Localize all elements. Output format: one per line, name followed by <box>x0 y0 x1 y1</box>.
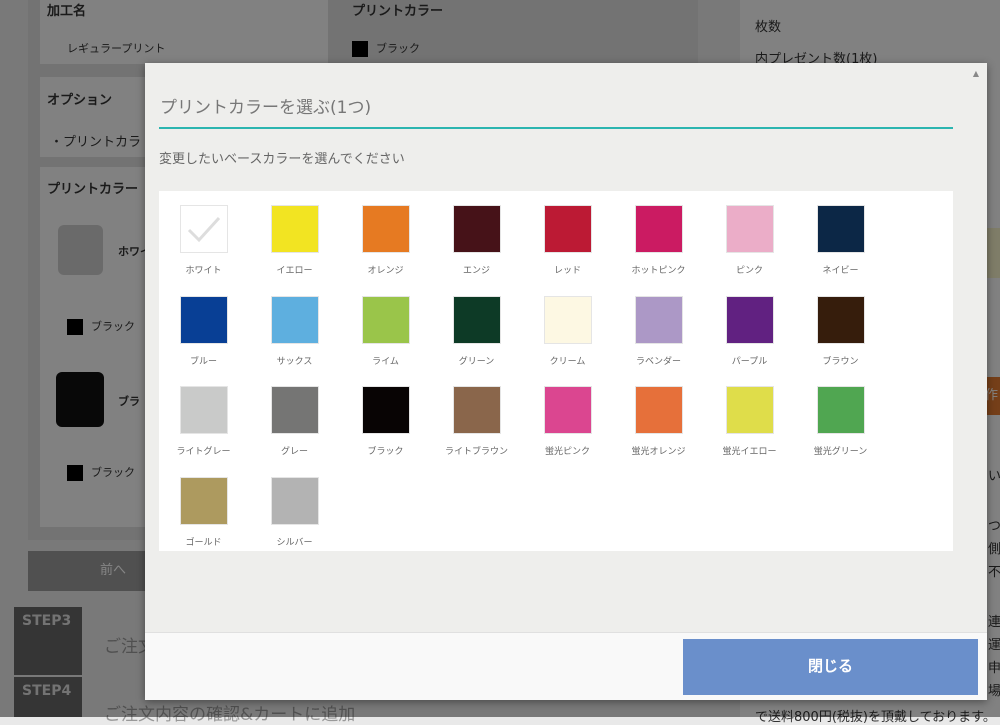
modal-title: プリントカラーを選ぶ(1つ) <box>160 93 371 118</box>
swatch-color-box[interactable] <box>362 205 410 253</box>
swatch-label: イエロー <box>249 263 340 276</box>
swatch-label: ゴールド <box>158 535 249 548</box>
color-swatch[interactable]: サックス <box>249 296 340 367</box>
check-icon <box>181 206 227 252</box>
swatch-label: ブラウン <box>795 354 886 367</box>
swatch-label: ブルー <box>158 354 249 367</box>
swatch-label: エンジ <box>431 263 522 276</box>
swatch-label: ネイビー <box>795 263 886 276</box>
swatch-color-box[interactable] <box>180 205 228 253</box>
color-swatch[interactable]: レッド <box>522 205 613 276</box>
modal-footer: 閉じる <box>145 632 987 700</box>
swatch-color-box[interactable] <box>544 386 592 434</box>
swatch-label: サックス <box>249 354 340 367</box>
swatch-color-box[interactable] <box>271 386 319 434</box>
swatch-label: グリーン <box>431 354 522 367</box>
color-swatch[interactable]: イエロー <box>249 205 340 276</box>
modal-subtitle: 変更したいベースカラーを選んでください <box>159 148 405 167</box>
color-swatch[interactable]: ホワイト <box>158 205 249 276</box>
close-button[interactable]: 閉じる <box>683 639 978 695</box>
color-swatch[interactable]: ネイビー <box>795 205 886 276</box>
swatch-label: パープル <box>704 354 795 367</box>
swatch-label: グレー <box>249 444 340 457</box>
swatch-label: ホットピンク <box>613 263 704 276</box>
color-swatch[interactable]: ライトグレー <box>158 386 249 457</box>
swatch-label: ライトグレー <box>158 444 249 457</box>
swatch-color-box[interactable] <box>635 205 683 253</box>
swatch-label: 蛍光グリーン <box>795 444 886 457</box>
swatch-color-box[interactable] <box>453 296 501 344</box>
swatch-color-box[interactable] <box>180 477 228 525</box>
swatch-label: オレンジ <box>340 263 431 276</box>
swatch-color-box[interactable] <box>817 205 865 253</box>
swatch-label: ピンク <box>704 263 795 276</box>
color-swatch[interactable]: グリーン <box>431 296 522 367</box>
swatch-label: ライム <box>340 354 431 367</box>
color-swatch-grid: ホワイトイエローオレンジエンジレッドホットピンクピンクネイビーブルーサックスライ… <box>159 191 953 551</box>
swatch-color-box[interactable] <box>726 296 774 344</box>
swatch-color-box[interactable] <box>544 296 592 344</box>
swatch-label: レッド <box>522 263 613 276</box>
color-swatch[interactable]: ブラック <box>340 386 431 457</box>
color-swatch[interactable]: 蛍光グリーン <box>795 386 886 457</box>
swatch-label: シルバー <box>249 535 340 548</box>
swatch-color-box[interactable] <box>817 296 865 344</box>
swatch-color-box[interactable] <box>362 296 410 344</box>
color-swatch[interactable]: シルバー <box>249 477 340 548</box>
swatch-color-box[interactable] <box>362 386 410 434</box>
swatch-color-box[interactable] <box>271 296 319 344</box>
swatch-color-box[interactable] <box>180 386 228 434</box>
swatch-label: ライトブラウン <box>431 444 522 457</box>
swatch-label: 蛍光ピンク <box>522 444 613 457</box>
color-swatch[interactable]: ラベンダー <box>613 296 704 367</box>
color-swatch[interactable]: グレー <box>249 386 340 457</box>
color-swatch[interactable]: ライトブラウン <box>431 386 522 457</box>
print-color-modal: ▲ プリントカラーを選ぶ(1つ) 変更したいベースカラーを選んでください ホワイ… <box>145 63 987 700</box>
swatch-color-box[interactable] <box>635 386 683 434</box>
swatch-label: ブラック <box>340 444 431 457</box>
color-swatch[interactable]: 蛍光ピンク <box>522 386 613 457</box>
color-swatch[interactable]: ライム <box>340 296 431 367</box>
swatch-color-box[interactable] <box>726 205 774 253</box>
color-swatch[interactable]: ピンク <box>704 205 795 276</box>
swatch-color-box[interactable] <box>635 296 683 344</box>
color-swatch[interactable]: 蛍光イエロー <box>704 386 795 457</box>
swatch-color-box[interactable] <box>453 205 501 253</box>
title-underline <box>159 127 953 129</box>
color-swatch[interactable]: ゴールド <box>158 477 249 548</box>
scroll-up-icon[interactable]: ▲ <box>973 69 979 78</box>
swatch-color-box[interactable] <box>726 386 774 434</box>
swatch-color-box[interactable] <box>271 205 319 253</box>
swatch-color-box[interactable] <box>544 205 592 253</box>
color-swatch[interactable]: オレンジ <box>340 205 431 276</box>
swatch-label: ホワイト <box>158 263 249 276</box>
swatch-label: クリーム <box>522 354 613 367</box>
swatch-label: ラベンダー <box>613 354 704 367</box>
color-swatch[interactable]: パープル <box>704 296 795 367</box>
color-swatch[interactable]: ブラウン <box>795 296 886 367</box>
swatch-label: 蛍光イエロー <box>704 444 795 457</box>
color-swatch[interactable]: ホットピンク <box>613 205 704 276</box>
swatch-color-box[interactable] <box>180 296 228 344</box>
color-swatch[interactable]: ブルー <box>158 296 249 367</box>
swatch-color-box[interactable] <box>453 386 501 434</box>
color-swatch[interactable]: クリーム <box>522 296 613 367</box>
color-swatch[interactable]: 蛍光オレンジ <box>613 386 704 457</box>
swatch-color-box[interactable] <box>271 477 319 525</box>
swatch-label: 蛍光オレンジ <box>613 444 704 457</box>
color-swatch[interactable]: エンジ <box>431 205 522 276</box>
swatch-color-box[interactable] <box>817 386 865 434</box>
